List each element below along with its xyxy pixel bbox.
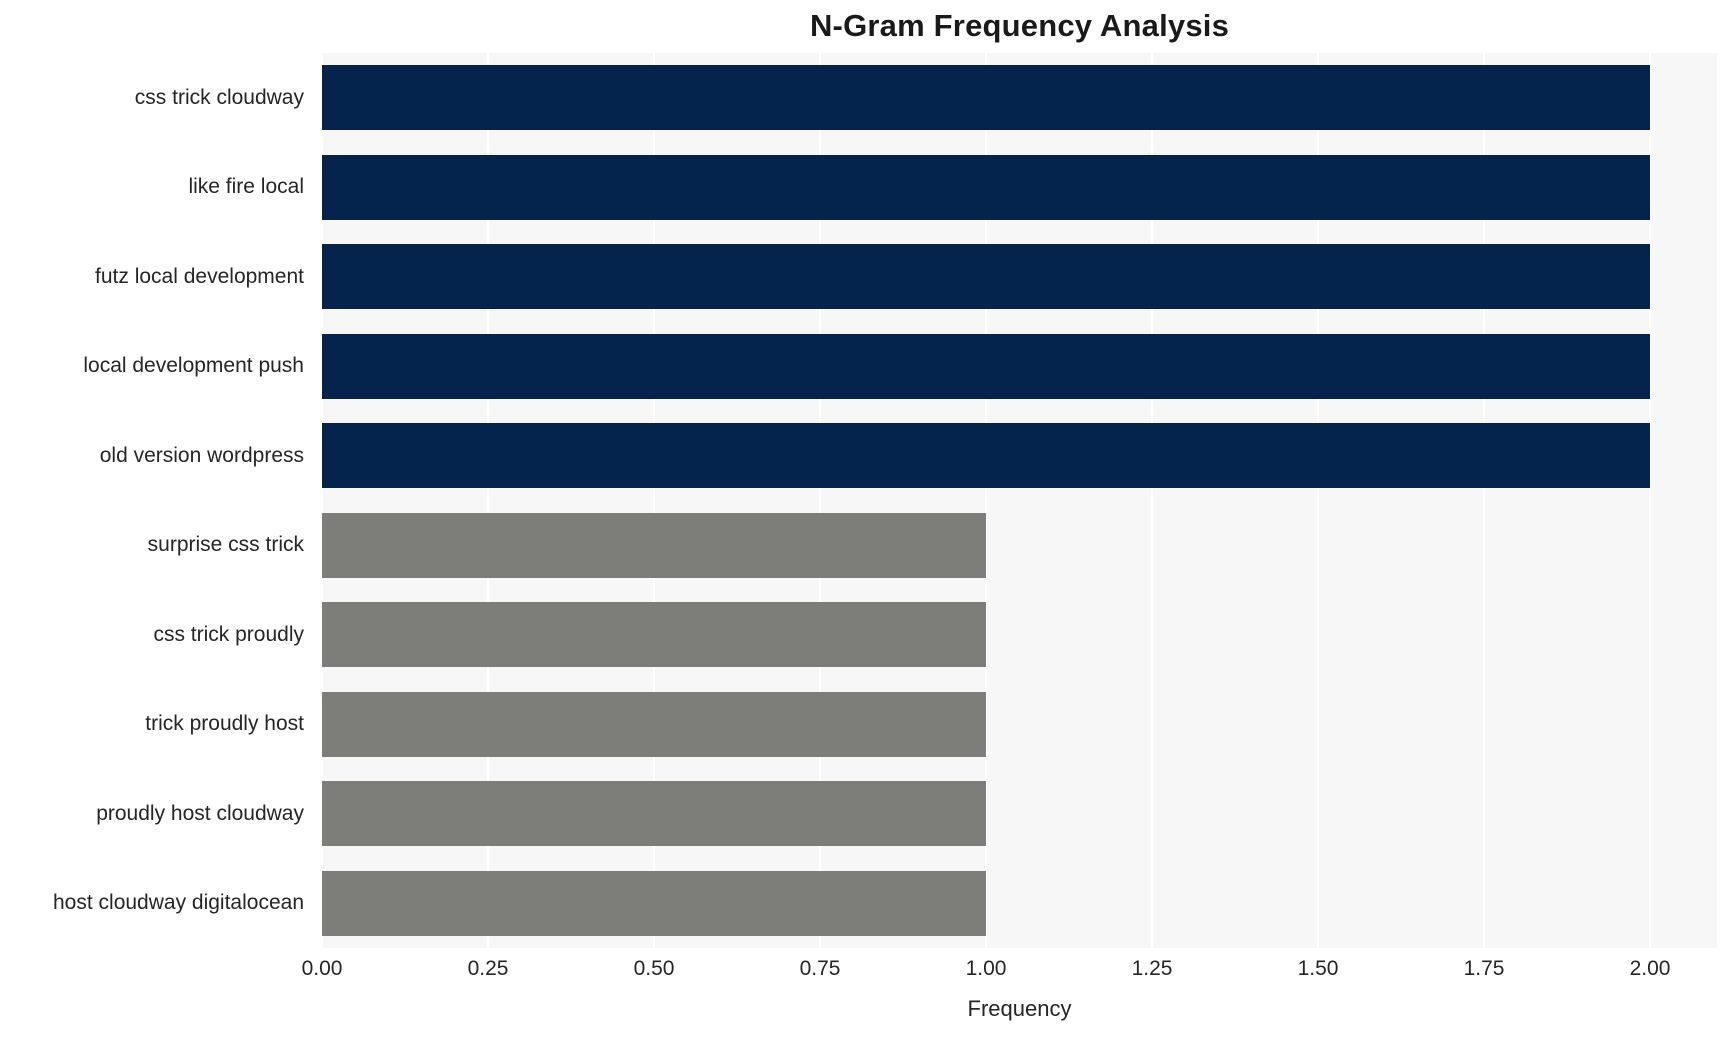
bar-row[interactable] — [322, 870, 986, 936]
bar[interactable] — [322, 602, 986, 668]
bar-row[interactable] — [322, 65, 1650, 131]
x-axis-tick-label: 2.00 — [1629, 957, 1671, 980]
y-axis-tick-label: trick proudly host — [145, 712, 304, 736]
bar-row[interactable] — [322, 781, 986, 847]
bar[interactable] — [322, 65, 1650, 131]
y-axis-tick-label: old version wordpress — [99, 443, 304, 467]
x-axis-tick-label: 1.50 — [1297, 957, 1339, 980]
bar-row[interactable] — [322, 154, 1650, 220]
y-axis-tick-label: local development push — [83, 354, 304, 378]
y-axis-tick-label: host cloudway digitalocean — [53, 891, 304, 915]
bar[interactable] — [322, 512, 986, 578]
y-axis-tick-label: proudly host cloudway — [96, 801, 304, 825]
x-axis-tick-label: 1.25 — [1131, 957, 1173, 980]
y-axis-tick-label: css trick cloudway — [134, 85, 304, 109]
x-axis-tick-label: 0.50 — [633, 957, 675, 980]
y-axis-tick-label: css trick proudly — [153, 622, 304, 646]
bar[interactable] — [322, 333, 1650, 399]
bar[interactable] — [322, 870, 986, 936]
x-axis-label: Frequency — [967, 996, 1072, 1021]
bar-row[interactable] — [322, 244, 1650, 310]
x-axis-tick-label: 0.00 — [301, 957, 343, 980]
x-axis-tick-label: 0.75 — [799, 957, 841, 980]
page-title: N-Gram Frequency Analysis — [809, 8, 1230, 43]
bar[interactable] — [322, 691, 986, 757]
bar-row[interactable] — [322, 602, 986, 668]
bar[interactable] — [322, 244, 1650, 310]
x-axis-tick-label: 1.00 — [965, 957, 1007, 980]
chart-figure: N-Gram Frequency Analysis css trick clou… — [0, 0, 1731, 1051]
x-axis-tick-label: 1.75 — [1463, 957, 1505, 980]
bar[interactable] — [322, 154, 1650, 220]
bar-row[interactable] — [322, 333, 1650, 399]
y-axis-tick-label: like fire local — [188, 175, 304, 199]
y-axis-tick-label: futz local development — [95, 264, 304, 288]
bar-row[interactable] — [322, 512, 986, 578]
plot-area — [322, 53, 1717, 948]
x-axis-tick-label: 0.25 — [467, 957, 509, 980]
y-axis-tick-label: surprise css trick — [147, 533, 304, 557]
bar[interactable] — [322, 423, 1650, 489]
bar-row[interactable] — [322, 423, 1650, 489]
bar[interactable] — [322, 781, 986, 847]
bar-row[interactable] — [322, 691, 986, 757]
